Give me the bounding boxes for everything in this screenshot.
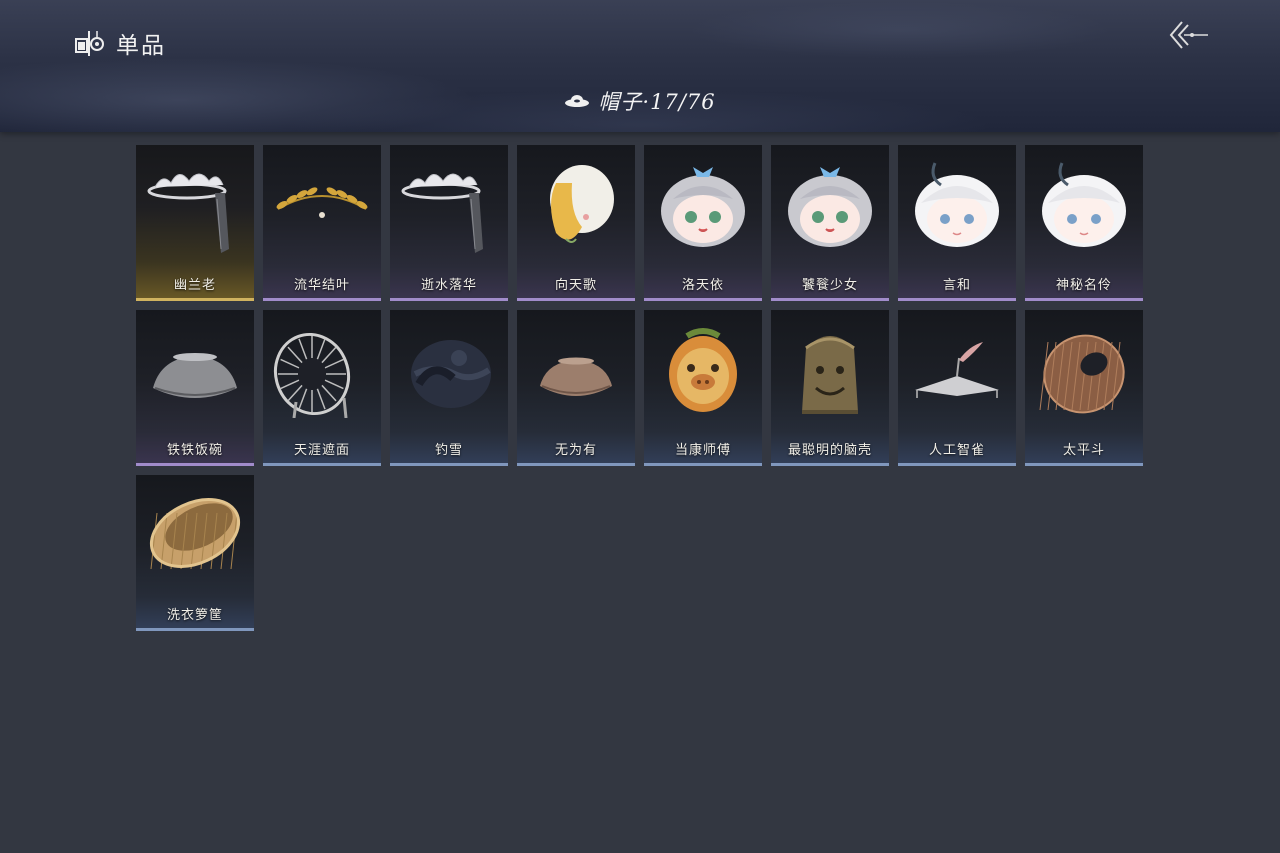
item-name: 人工智雀: [928, 443, 985, 458]
rarity-bar: [263, 463, 381, 466]
back-arrow-icon[interactable]: [1166, 18, 1210, 52]
rarity-bar: [1025, 298, 1143, 301]
rarity-bar: [263, 298, 381, 301]
rarity-bar: [898, 298, 1016, 301]
rarity-bar: [1025, 463, 1143, 466]
page-title-group: 单品: [74, 26, 166, 60]
rarity-bar: [771, 463, 889, 466]
bird-hat-image: [915, 342, 999, 398]
item-name: 向天歌: [554, 278, 597, 293]
item-card[interactable]: 最聪明的脑壳: [771, 310, 889, 466]
item-name: 言和: [942, 278, 971, 293]
item-name: 逝水落华: [420, 278, 477, 293]
cloth-hat-image: [411, 340, 491, 408]
woven-hat-image: [1039, 334, 1125, 414]
item-card[interactable]: 太平斗: [1025, 310, 1143, 466]
item-card[interactable]: 人工智雀: [898, 310, 1016, 466]
item-card[interactable]: 流华结叶: [263, 145, 381, 301]
rarity-bar: [517, 298, 635, 301]
item-name: 幽兰老: [173, 278, 216, 293]
item-name: 洗衣箩筐: [166, 608, 223, 623]
silver-tiara-image: [401, 173, 483, 253]
hat-icon: [565, 95, 590, 107]
basket-image: [149, 498, 241, 570]
rarity-bar: [136, 463, 254, 466]
rarity-bar: [771, 298, 889, 301]
rarity-bar: [644, 463, 762, 466]
iron-bowl-image: [153, 353, 237, 398]
rarity-bar: [390, 463, 508, 466]
wardrobe-icon: [75, 31, 104, 56]
item-card[interactable]: 钓雪: [390, 310, 508, 466]
item-card[interactable]: 铁铁饭碗: [136, 310, 254, 466]
white-head-image: [915, 162, 999, 247]
page-title: 单品: [116, 33, 166, 59]
item-name: 饕餮少女: [801, 278, 858, 293]
rarity-bar: [390, 298, 508, 301]
item-name: 流华结叶: [293, 278, 350, 293]
goose-hood-image: [550, 165, 614, 243]
item-name: 最聪明的脑壳: [787, 443, 872, 458]
item-name: 天涯遮面: [293, 443, 350, 458]
rarity-bar: [517, 463, 635, 466]
clay-bowl-image: [540, 357, 612, 396]
item-name: 太平斗: [1062, 443, 1105, 458]
silver-tiara-image: [147, 173, 229, 253]
top-bar: 单品 帽子·17/76: [0, 0, 1280, 132]
item-name: 洛天依: [681, 278, 724, 293]
bell-head-image: [802, 336, 858, 414]
rarity-bar: [898, 463, 1016, 466]
item-name: 神秘名伶: [1055, 278, 1112, 293]
white-head-image: [1042, 162, 1126, 247]
item-name: 当康师傅: [674, 443, 731, 458]
pig-head-image: [669, 328, 737, 412]
item-card[interactable]: 神秘名伶: [1025, 145, 1143, 301]
category-label: 帽子·17/76: [598, 90, 716, 114]
item-card[interactable]: 天涯遮面: [263, 310, 381, 466]
item-name: 铁铁饭碗: [166, 443, 223, 458]
item-card[interactable]: 逝水落华: [390, 145, 508, 301]
item-card[interactable]: 洗衣箩筐: [136, 475, 254, 631]
item-card[interactable]: 当康师傅: [644, 310, 762, 466]
item-card[interactable]: 饕餮少女: [771, 145, 889, 301]
item-name: 钓雪: [434, 443, 463, 458]
item-card[interactable]: 向天歌: [517, 145, 635, 301]
gold-laurel-image: [276, 187, 368, 218]
rarity-bar: [644, 298, 762, 301]
item-card[interactable]: 幽兰老: [136, 145, 254, 301]
frame-hat-image: [274, 332, 350, 418]
rarity-bar: [136, 298, 254, 301]
grey-head-image: [661, 167, 745, 247]
item-card[interactable]: 无为有: [517, 310, 635, 466]
item-name: 无为有: [554, 443, 597, 458]
rarity-bar: [136, 628, 254, 631]
grey-head-image: [788, 167, 872, 247]
item-card[interactable]: 言和: [898, 145, 1016, 301]
item-card[interactable]: 洛天依: [644, 145, 762, 301]
category-header: 帽子·17/76: [0, 86, 1280, 116]
